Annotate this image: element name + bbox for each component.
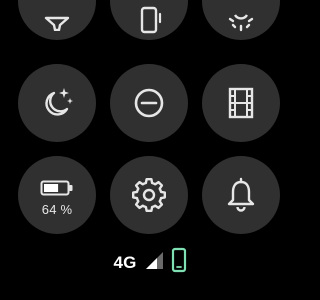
do-not-disturb-tile[interactable]: [110, 64, 188, 142]
moon-stars-icon: [39, 85, 75, 121]
battery-icon: [40, 180, 74, 196]
film-strip-icon: [226, 86, 256, 120]
battery-fill: [44, 183, 59, 192]
settings-tile[interactable]: [110, 156, 188, 234]
gear-icon: [131, 177, 167, 213]
brightness-icon: [226, 11, 256, 33]
alarm-tile[interactable]: [202, 156, 280, 234]
bell-icon: [225, 177, 257, 213]
signal-icon: [143, 249, 165, 276]
phone-connected-icon: [171, 247, 187, 278]
minus-circle-icon: [132, 86, 166, 120]
flashlight-tile[interactable]: [18, 0, 96, 40]
status-bar: 4G: [0, 247, 300, 278]
phone-tile[interactable]: [110, 0, 188, 40]
battery-tile[interactable]: 64 %: [18, 156, 96, 234]
bedtime-tile[interactable]: [18, 64, 96, 142]
flashlight-icon: [43, 15, 71, 31]
phone-vibrate-icon: [134, 6, 164, 36]
theater-mode-tile[interactable]: [202, 64, 280, 142]
network-type: 4G: [113, 252, 137, 272]
brightness-tile[interactable]: [202, 0, 280, 40]
battery-percentage: 64 %: [41, 201, 73, 217]
